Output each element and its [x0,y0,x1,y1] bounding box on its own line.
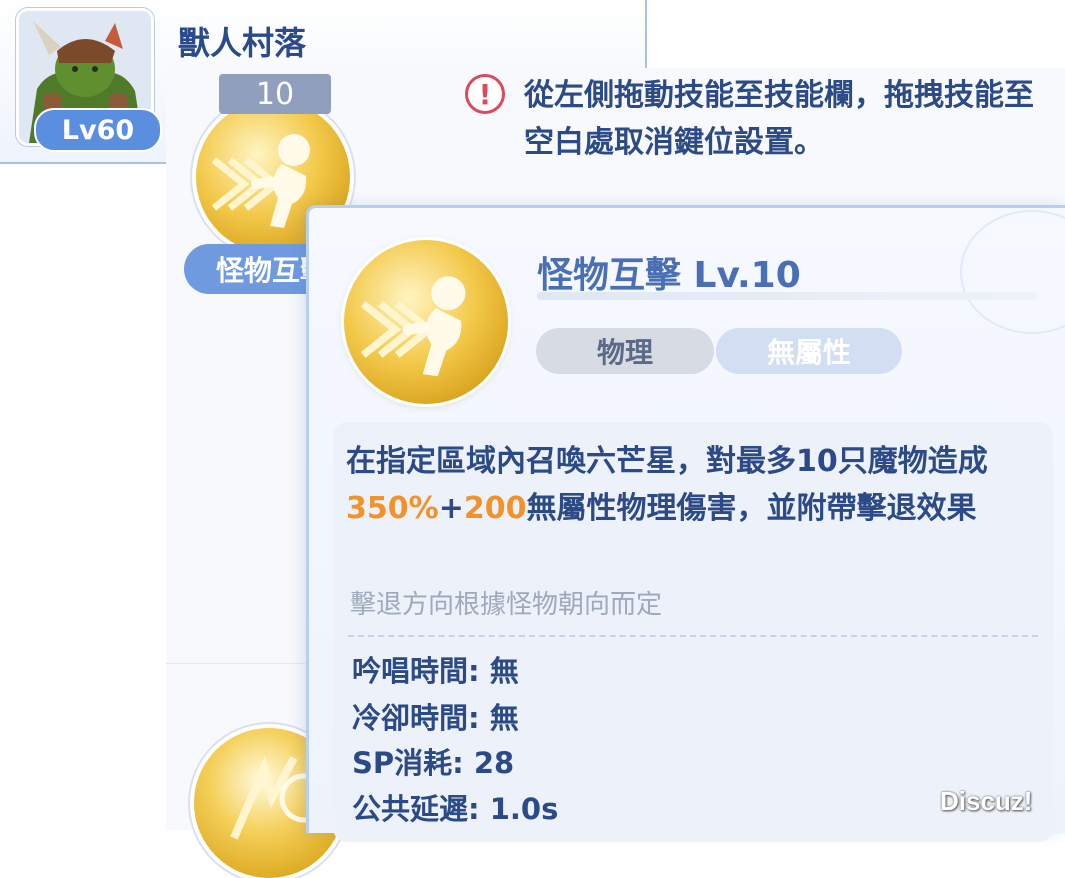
skill-level-chip: 10 [219,74,331,114]
exclamation-circle-icon: ! [465,74,505,114]
skill-note: 擊退方向根據怪物朝向而定 [350,590,663,620]
monster-strike-icon [360,276,466,377]
level-badge: Lv60 [34,108,162,152]
stat-cast-time: 吟唱時間: 無 [352,654,519,688]
tooltip-skill-icon [344,240,508,404]
stat-global-delay: 公共延遲: 1.0s [352,792,559,826]
description-part: + [438,491,464,526]
watermark: Discuz! [940,786,1033,816]
damage-flat: 200 [463,491,527,526]
stat-cooldown: 冷卻時間: 無 [352,701,519,735]
tag-element: 無屬性 [716,328,902,374]
title-underline [537,292,1037,300]
damage-percent: 350% [346,491,439,526]
map-name: 獸人村落 [178,24,307,62]
description-part: 在指定區域內召喚六芒星，對最多10只魔物造成 [346,444,988,479]
hint-text: 從左側拖動技能至技能欄，拖拽技能至空白處取消鍵位設置。 [524,78,1034,160]
dashed-divider [348,635,1038,637]
stat-sp-cost: SP消耗: 28 [352,746,515,780]
skill-description: 在指定區域內召喚六芒星，對最多10只魔物造成 350%+200無屬性物理傷害，並附… [346,438,1038,532]
tooltip-title: 怪物互擊 Lv.10 [537,255,801,296]
description-part: 無屬性物理傷害，並附帶擊退效果 [526,491,977,526]
tag-physical: 物理 [536,328,714,374]
